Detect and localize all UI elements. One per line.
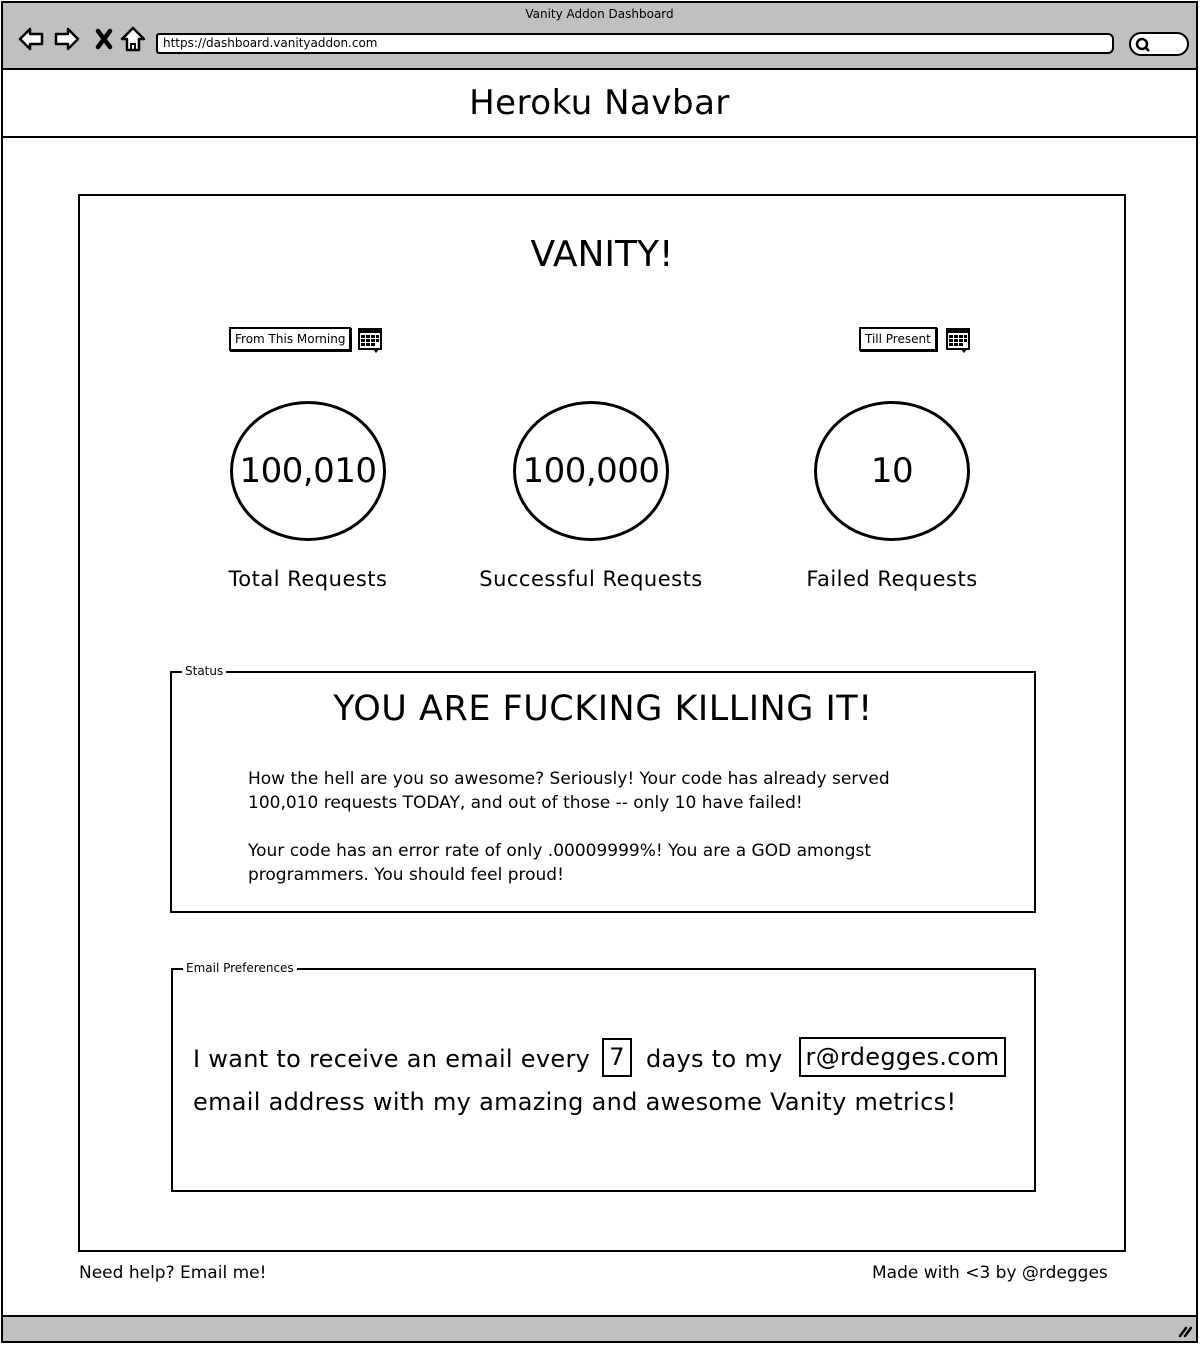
stat-successful-requests: 100,000 Successful Requests [471,401,711,591]
forward-arrow-icon[interactable] [53,25,81,53]
browser-search-box[interactable] [1129,32,1189,56]
browser-status-bar [3,1315,1196,1341]
email-preferences-fieldset: Email Preferences I want to receive an e… [171,961,1036,1192]
stat-value: 100,010 [230,401,386,541]
home-icon[interactable] [119,25,147,53]
close-x-icon[interactable] [91,25,119,53]
email-preferences-sentence: I want to receive an email every 7 days … [193,1037,1007,1124]
browser-window: Vanity Addon Dashboard https://dashboard… [1,1,1198,1343]
navbar: Heroku Navbar [3,70,1196,138]
stat-value: 100,000 [513,401,669,541]
stat-label: Successful Requests [479,567,703,591]
date-from-field[interactable]: From This Morning [229,327,352,351]
stat-label: Failed Requests [806,567,978,591]
email-text: email address with my amazing and awesom… [193,1088,957,1116]
back-arrow-icon[interactable] [17,25,45,53]
status-headline: YOU ARE FUCKING KILLING IT! [333,689,873,729]
stat-label: Total Requests [228,567,388,591]
calendar-icon[interactable] [946,328,970,354]
email-text: I want to receive an email every [193,1045,591,1073]
window-title: Vanity Addon Dashboard [525,7,674,21]
calendar-icon[interactable] [358,328,382,354]
help-link[interactable]: Need help? Email me! [79,1263,266,1283]
resize-grip-icon[interactable] [1176,1322,1192,1338]
navbar-title: Heroku Navbar [469,83,730,123]
stat-value: 10 [814,401,970,541]
page-title: VANITY! [530,234,674,275]
browser-chrome: Vanity Addon Dashboard https://dashboard… [3,3,1196,70]
status-text-line: How the hell are you so awesome? Serious… [248,769,890,789]
url-bar[interactable]: https://dashboard.vanityaddon.com [156,33,1114,54]
email-preferences-legend: Email Preferences [183,961,297,975]
date-to-field[interactable]: Till Present [859,327,937,351]
days-input[interactable]: 7 [602,1037,633,1077]
search-icon [1135,37,1150,52]
status-text-line: 100,010 requests TODAY, and out of those… [248,793,803,813]
status-text-line: Your code has an error rate of only .000… [248,841,872,861]
email-address-input[interactable]: r@rdegges.com [798,1037,1007,1077]
status-fieldset: Status YOU ARE FUCKING KILLING IT! How t… [170,664,1036,913]
stat-failed-requests: 10 Failed Requests [772,401,1012,591]
credit-link[interactable]: Made with <3 by @rdegges [872,1263,1108,1283]
status-text-line: programmers. You should feel proud! [248,865,564,885]
status-message: How the hell are you so awesome? Serious… [248,767,968,887]
email-text: days to my [646,1045,783,1073]
dashboard-panel: VANITY! From This Morning Till Present 1… [78,194,1126,1252]
stat-total-requests: 100,010 Total Requests [188,401,428,591]
status-legend: Status [182,664,227,678]
